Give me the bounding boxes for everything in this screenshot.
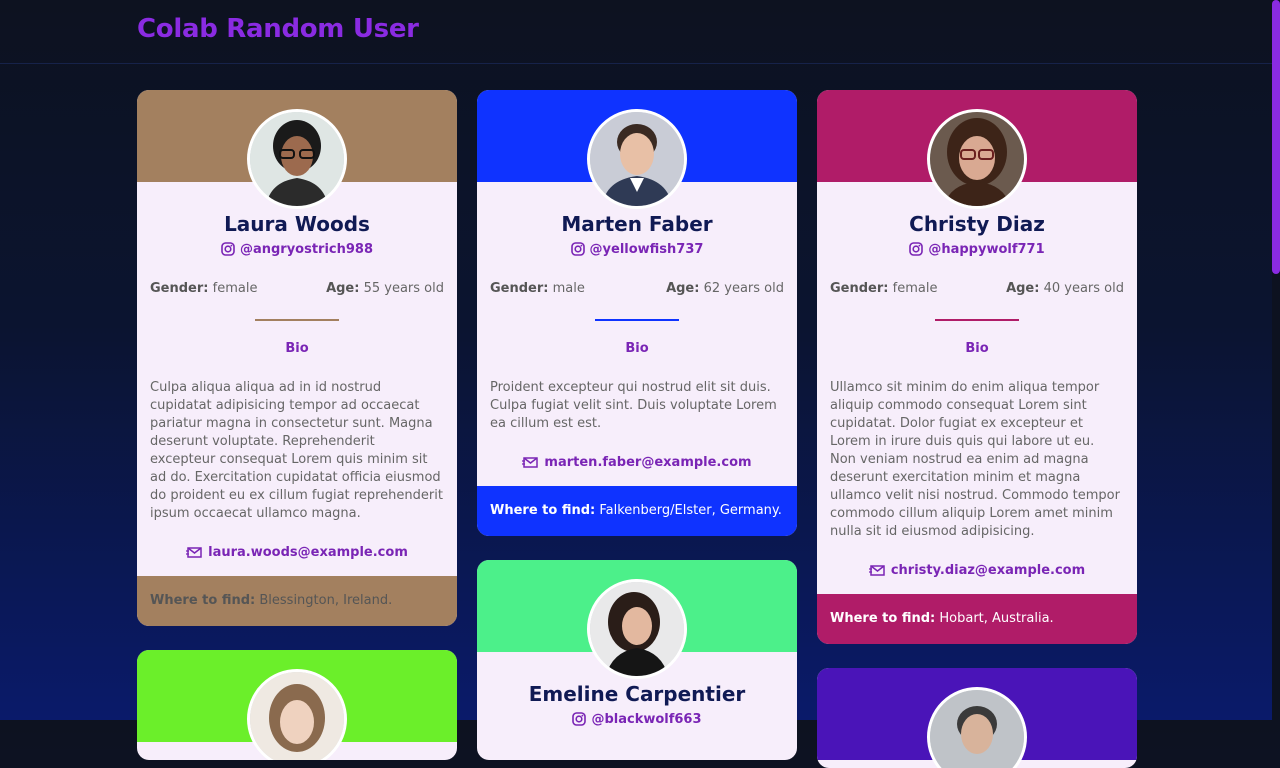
mail-icon — [186, 547, 202, 558]
gender-value: male — [552, 281, 585, 296]
divider — [255, 319, 339, 321]
user-name: Laura Woods — [224, 212, 370, 236]
age-value: 55 years old — [363, 281, 444, 296]
age-value: 62 years old — [703, 281, 784, 296]
gender-field: Gender: female — [830, 281, 937, 299]
handle-text: @happywolf771 — [928, 241, 1045, 257]
handle-text: @angryostrich988 — [239, 241, 374, 257]
avatar — [247, 669, 347, 760]
bio-text: Ullamco sit minim do enim aliqua tempor … — [830, 380, 1120, 539]
card-header — [137, 90, 457, 209]
mail-icon — [522, 457, 539, 468]
where-label: Where to find: — [490, 503, 596, 518]
user-card: Marten Faber @yellowfish737 Gender: male… — [477, 90, 797, 536]
instagram-icon — [570, 242, 585, 256]
card-footer: Where to find: Blessington, Ireland. — [137, 576, 457, 626]
gender-label: Gender: — [490, 281, 549, 296]
page-scrollbar[interactable] — [1272, 0, 1280, 720]
card-header — [817, 90, 1137, 209]
bio-heading: Bio — [285, 341, 309, 356]
email-link[interactable]: christy.diaz@example.com — [830, 561, 1124, 579]
user-card — [817, 668, 1137, 768]
age-field: Age: 55 years old — [326, 281, 444, 299]
divider — [935, 319, 1019, 321]
card-footer: Where to find: Hobart, Australia. — [817, 594, 1137, 644]
user-meta: Gender: female Age: 40 years old — [830, 281, 1124, 299]
handle-text: @yellowfish737 — [589, 241, 704, 257]
handle-text: @blackwolf663 — [591, 711, 702, 727]
instagram-handle[interactable]: @happywolf771 — [830, 239, 1124, 259]
user-card: Laura Woods @angryostrich988 Gender: fem… — [137, 90, 457, 626]
instagram-handle[interactable]: @yellowfish737 — [490, 239, 784, 259]
instagram-icon — [572, 712, 587, 726]
age-label: Age: — [1006, 281, 1040, 296]
user-name: Emeline Carpentier — [528, 682, 746, 706]
card-header — [817, 668, 1137, 768]
gender-value: female — [212, 281, 258, 296]
user-meta: Gender: male Age: 62 years old — [490, 281, 784, 299]
avatar — [587, 109, 687, 209]
app-title: Colab Random User — [137, 14, 419, 44]
avatar — [927, 109, 1027, 209]
scrollbar-thumb[interactable] — [1272, 0, 1280, 274]
email-link[interactable]: laura.woods@example.com — [150, 543, 444, 561]
instagram-handle[interactable]: @blackwolf663 — [490, 709, 784, 729]
bio-text: Proident excepteur qui nostrud elit sit … — [490, 380, 777, 431]
where-label: Where to find: — [150, 593, 256, 608]
card-header — [477, 90, 797, 209]
location-text: Hobart, Australia. — [939, 611, 1054, 626]
user-card: Emeline Carpentier @blackwolf663 — [477, 560, 797, 760]
mail-icon — [868, 565, 885, 576]
email-text: christy.diaz@example.com — [890, 562, 1086, 578]
instagram-icon — [221, 242, 235, 256]
bio-heading: Bio — [625, 341, 649, 356]
gender-field: Gender: male — [490, 281, 585, 299]
age-field: Age: 62 years old — [666, 281, 784, 299]
divider — [595, 319, 679, 321]
user-name: Christy Diaz — [909, 212, 1045, 236]
app-header: Colab Random User — [0, 0, 1272, 64]
instagram-icon — [909, 242, 924, 256]
instagram-handle[interactable]: @angryostrich988 — [150, 239, 444, 259]
email-text: laura.woods@example.com — [208, 544, 408, 560]
avatar — [587, 579, 687, 679]
age-field: Age: 40 years old — [1006, 281, 1124, 299]
where-label: Where to find: — [830, 611, 936, 626]
gender-field: Gender: female — [150, 281, 257, 299]
age-label: Age: — [666, 281, 700, 296]
avatar — [927, 687, 1027, 768]
gender-value: female — [892, 281, 938, 296]
bio-heading: Bio — [965, 341, 989, 356]
user-card — [137, 650, 457, 760]
age-value: 40 years old — [1043, 281, 1124, 296]
gender-label: Gender: — [830, 281, 889, 296]
location-text: Blessington, Ireland. — [259, 593, 393, 608]
user-name: Marten Faber — [561, 212, 713, 236]
card-header — [137, 650, 457, 760]
location-text: Falkenberg/Elster, Germany. — [599, 503, 782, 518]
card-footer: Where to find: Falkenberg/Elster, German… — [477, 486, 797, 536]
card-header — [477, 560, 797, 679]
age-label: Age: — [326, 281, 360, 296]
user-card: Christy Diaz @happywolf771 Gender: femal… — [817, 90, 1137, 644]
avatar — [247, 109, 347, 209]
user-meta: Gender: female Age: 55 years old — [150, 281, 444, 299]
email-text: marten.faber@example.com — [544, 454, 752, 470]
gender-label: Gender: — [150, 281, 209, 296]
email-link[interactable]: marten.faber@example.com — [490, 453, 784, 471]
bio-text: Culpa aliqua aliqua ad in id nostrud cup… — [150, 380, 443, 521]
